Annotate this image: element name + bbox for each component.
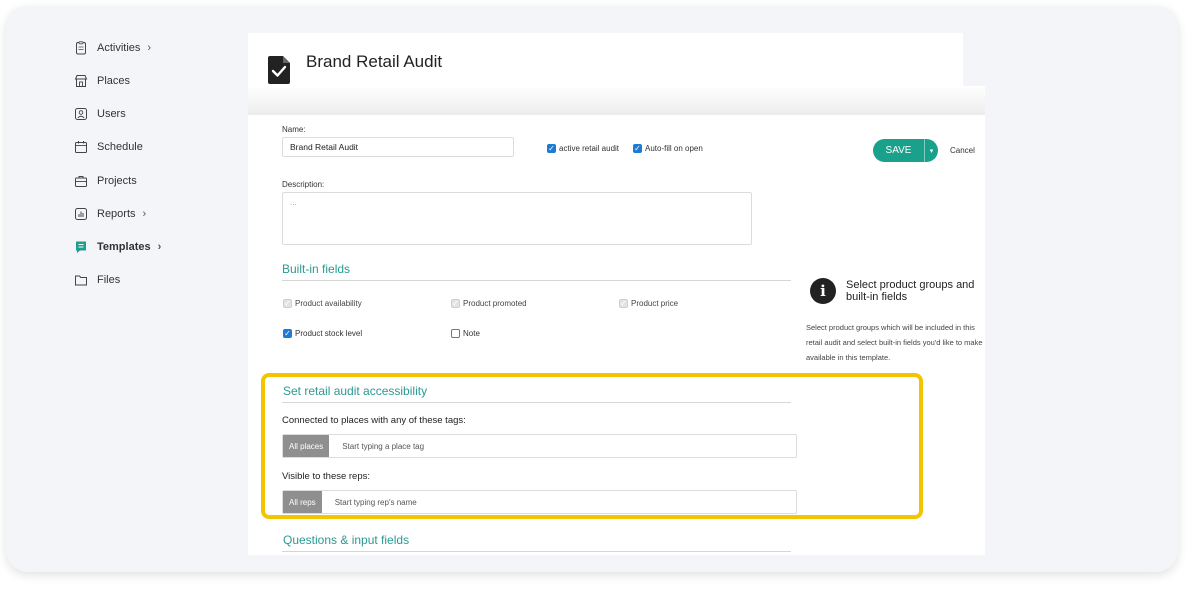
checkbox-label: Product promoted [463, 299, 527, 308]
rep-name-input[interactable] [334, 497, 635, 507]
places-tags-label: Connected to places with any of these ta… [282, 415, 466, 426]
checkbox-label: Product price [631, 299, 679, 308]
save-dropdown-caret-icon[interactable]: ▾ [925, 147, 938, 155]
places-tag-field[interactable]: All places [282, 434, 797, 458]
info-title: Select product groups and built-in field… [846, 279, 975, 303]
checkbox-label: Product stock level [295, 329, 363, 338]
header-divider [248, 86, 985, 115]
user-icon [74, 107, 88, 121]
all-places-tag[interactable]: All places [283, 435, 330, 457]
sidebar-item-label: Users [97, 108, 126, 120]
sidebar-item-files[interactable]: Files [72, 270, 120, 290]
checkbox-unchecked-icon [451, 329, 460, 338]
sidebar-item-label: Places [97, 75, 131, 87]
checkbox-checked-icon: ✓ [633, 143, 642, 153]
reps-label: Visible to these reps: [282, 471, 371, 482]
place-tag-input[interactable] [342, 441, 643, 451]
page-title: Brand Retail Audit [306, 52, 443, 71]
checkbox-checked-icon: ✓ [283, 328, 292, 338]
sidebar-item-label: Files [97, 274, 121, 286]
checkbox-checked-icon: ✓ [547, 143, 556, 153]
sidebar-item-label: Activities [97, 42, 141, 54]
info-text: Select product groups which will be incl… [806, 323, 983, 362]
product-availability-checkbox: ✓ Product availability [283, 299, 362, 308]
checkbox-disabled-icon: ✓ [619, 298, 628, 308]
product-price-checkbox: ✓ Product price [619, 299, 678, 308]
info-icon: i [810, 278, 836, 304]
sidebar-item-projects[interactable]: Projects [72, 171, 137, 191]
checkbox-label: Note [463, 329, 480, 338]
checkbox-disabled-icon: ✓ [451, 298, 460, 308]
accessibility-title: Set retail audit accessibility [283, 384, 428, 398]
app-window: Activities › Places Users Schedule Proje… [6, 6, 1178, 572]
questions-title: Questions & input fields [283, 533, 410, 547]
chart-icon [74, 207, 88, 221]
sidebar-item-reports[interactable]: Reports › [72, 204, 146, 224]
sidebar-item-users[interactable]: Users [72, 104, 126, 124]
chevron-right-icon: › [147, 42, 152, 54]
cancel-button[interactable]: Cancel [950, 146, 975, 155]
description-label: Description: [282, 180, 325, 189]
sidebar-item-label: Schedule [97, 141, 143, 153]
sidebar-item-label: Reports [97, 208, 136, 220]
product-stock-level-checkbox[interactable]: ✓ Product stock level [283, 329, 362, 338]
chevron-right-icon: › [142, 208, 147, 220]
section-divider [282, 551, 791, 552]
product-promoted-checkbox: ✓ Product promoted [451, 299, 527, 308]
calendar-icon [74, 140, 88, 154]
chevron-right-icon: › [157, 241, 162, 253]
store-icon [74, 74, 88, 88]
template-icon [74, 240, 88, 254]
sidebar-item-templates[interactable]: Templates › [72, 237, 161, 257]
section-divider [282, 280, 791, 281]
section-divider [282, 402, 791, 403]
name-input[interactable] [282, 137, 514, 157]
note-checkbox[interactable]: Note [451, 329, 480, 338]
checkbox-label: Product availability [295, 299, 362, 308]
all-reps-tag[interactable]: All reps [283, 491, 322, 513]
auto-fill-checkbox[interactable]: ✓ Auto-fill on open [633, 144, 703, 153]
checkbox-label: Auto-fill on open [645, 144, 703, 153]
sidebar-item-label: Templates [97, 241, 151, 253]
checked-document-icon [268, 56, 290, 84]
folder-icon [74, 273, 88, 287]
save-button[interactable]: SAVE ▾ [873, 139, 938, 162]
sidebar-item-places[interactable]: Places [72, 71, 130, 91]
description-textarea[interactable]: ... [282, 192, 752, 245]
sidebar-item-activities[interactable]: Activities › [72, 38, 151, 58]
checkbox-label: active retail audit [559, 144, 620, 153]
active-retail-audit-checkbox[interactable]: ✓ active retail audit [547, 144, 619, 153]
reps-tag-field[interactable]: All reps [282, 490, 797, 514]
name-label: Name: [282, 125, 306, 134]
sidebar-item-schedule[interactable]: Schedule [72, 137, 143, 157]
built-in-fields-title: Built-in fields [282, 262, 351, 276]
briefcase-icon [74, 174, 88, 188]
save-label: SAVE [885, 145, 912, 156]
checkbox-disabled-icon: ✓ [283, 298, 292, 308]
clipboard-icon [74, 41, 88, 55]
template-form-panel: Name: ✓ active retail audit ✓ Auto-fill … [248, 115, 985, 555]
sidebar-item-label: Projects [97, 175, 137, 187]
